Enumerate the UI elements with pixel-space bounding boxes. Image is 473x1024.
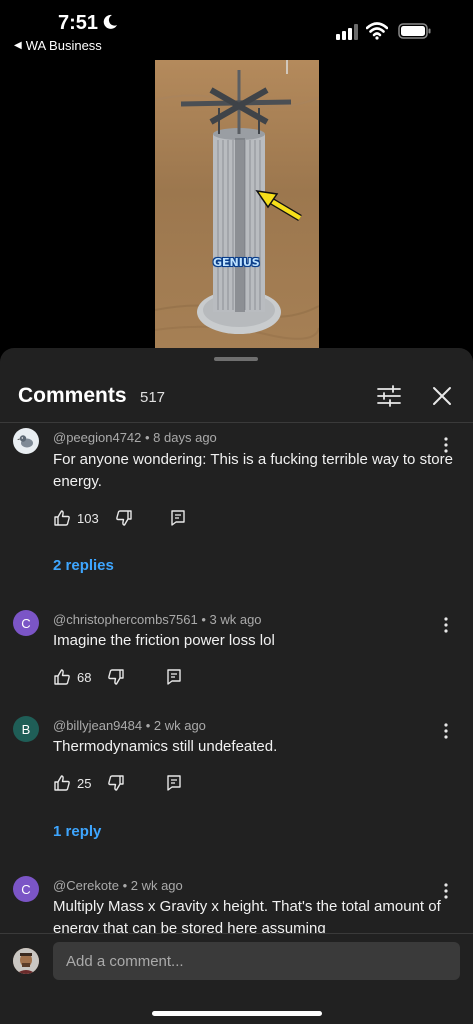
reply-icon[interactable]: [169, 509, 187, 527]
comment-age: 2 wk ago: [130, 878, 183, 893]
comment-age: 8 days ago: [153, 430, 217, 445]
avatar[interactable]: B: [13, 716, 39, 742]
sheet-drag-handle[interactable]: [214, 357, 258, 361]
back-to-app-link[interactable]: ◀ WA Business: [14, 38, 102, 53]
like-button[interactable]: 25: [53, 774, 91, 792]
thumbs-down-icon[interactable]: [107, 774, 125, 792]
sort-filter-icon[interactable]: [376, 384, 402, 408]
status-bar: 7:51 ◀ WA Business: [0, 0, 473, 60]
thumbs-up-icon: [54, 775, 70, 791]
comments-title: Comments: [18, 384, 127, 407]
comment-author[interactable]: @christophercombs7561: [53, 612, 198, 627]
comment-meta: @billyjean9484 • 2 wk ago: [53, 718, 206, 733]
comment-actions: 25: [53, 773, 183, 793]
comment-meta: @peegion4742 • 8 days ago: [53, 430, 217, 445]
video-frame: [155, 60, 319, 340]
view-replies-link[interactable]: 2 replies: [53, 557, 114, 574]
comment-text: Multiply Mass x Gravity x height. That's…: [53, 898, 441, 933]
avatar-letter: B: [21, 721, 31, 737]
like-count: 25: [77, 775, 92, 791]
like-button[interactable]: 68: [53, 668, 91, 686]
comment-text: Imagine the friction power loss lol: [53, 632, 275, 649]
video-overlay-text: GENIUS: [213, 256, 260, 269]
comment-composer: Add a comment...: [0, 933, 473, 1024]
moon-icon: [103, 14, 117, 29]
back-app-label: WA Business: [25, 38, 102, 53]
pigeon-icon: [17, 435, 33, 448]
comment-item: C @Cerekote • 2 wk ago Multiply Mass x G…: [0, 876, 473, 933]
comment-age: 3 wk ago: [209, 612, 262, 627]
back-triangle-icon: ◀: [14, 40, 22, 51]
comment-author[interactable]: @peegion4742: [53, 430, 141, 445]
avatar[interactable]: C: [13, 610, 39, 636]
avatar-letter: C: [21, 615, 31, 631]
reply-icon[interactable]: [165, 774, 183, 792]
thumbs-up-icon: [54, 669, 70, 685]
add-comment-placeholder: Add a comment...: [66, 952, 184, 970]
battery-icon: [398, 23, 431, 39]
like-count: 103: [77, 510, 99, 526]
status-time: 7:51: [58, 12, 99, 34]
avatar[interactable]: [13, 428, 39, 454]
comment-age: 2 wk ago: [153, 718, 206, 733]
thumbs-down-icon[interactable]: [107, 668, 125, 686]
avatar[interactable]: C: [13, 876, 39, 902]
comment-actions: 68: [53, 667, 183, 687]
comment-text: Thermodynamics still undefeated.: [53, 738, 278, 755]
comments-count: 517: [140, 389, 166, 406]
like-button[interactable]: 103: [53, 509, 99, 527]
comment-meta: @Cerekote • 2 wk ago: [53, 878, 183, 893]
thumbs-down-icon[interactable]: [115, 509, 133, 527]
comment-meta: @christophercombs7561 • 3 wk ago: [53, 612, 262, 627]
reply-icon[interactable]: [165, 668, 183, 686]
view-replies-link[interactable]: 1 reply: [53, 823, 101, 840]
comment-author[interactable]: @Cerekote: [53, 878, 119, 893]
header-divider: [0, 422, 473, 423]
comment-text: For anyone wondering: This is a fucking …: [53, 451, 453, 490]
add-comment-input[interactable]: Add a comment...: [53, 942, 460, 980]
comment-author[interactable]: @billyjean9484: [53, 718, 142, 733]
video-player[interactable]: GENIUS: [155, 60, 319, 352]
user-avatar[interactable]: [13, 948, 39, 974]
user-avatar-image: [13, 948, 39, 974]
thumbs-up-icon: [54, 510, 70, 526]
close-icon[interactable]: [430, 384, 454, 408]
cellular-signal-icon: [336, 24, 358, 40]
like-count: 68: [77, 669, 92, 685]
comment-actions: 103: [53, 508, 187, 528]
home-indicator[interactable]: [152, 1011, 322, 1016]
comments-sheet: Comments 517 @peegion4742 • 8 days ago F…: [0, 348, 473, 1024]
wifi-icon: [366, 22, 388, 40]
avatar-letter: C: [21, 881, 31, 897]
